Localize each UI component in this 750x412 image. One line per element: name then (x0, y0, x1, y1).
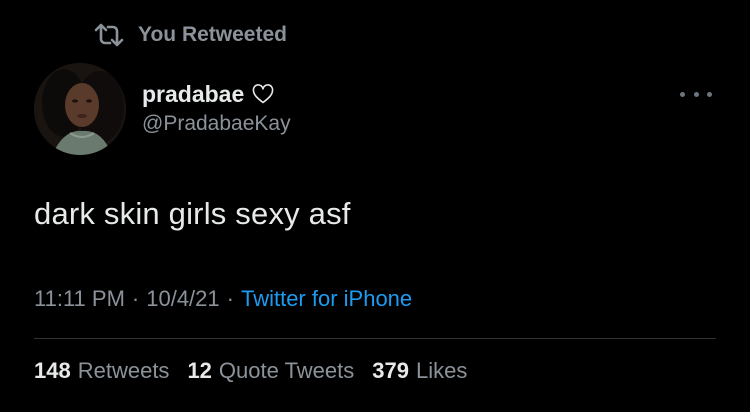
profile-photo (34, 63, 126, 155)
tweet-meta: 11:11 PM · 10/4/21 · Twitter for iPhone (34, 286, 412, 312)
tweet-text: dark skin girls sexy asf (34, 196, 351, 231)
avatar[interactable] (34, 63, 126, 155)
author-name-row: pradabae (142, 78, 291, 110)
tweet-time[interactable]: 11:11 PM (34, 286, 125, 312)
likes-label: Likes (415, 358, 468, 383)
tweet-date[interactable]: 10/4/21 (146, 286, 219, 312)
retweet-header: You Retweeted (92, 20, 287, 50)
tweet-detail: You Retweeted pradabae @PradabaeKay dark… (0, 0, 750, 412)
quote-tweets-label: Quote Tweets (218, 358, 355, 383)
quote-tweets-count: 12 (187, 358, 212, 383)
likes-count: 379 (372, 358, 409, 383)
retweet-icon (92, 22, 126, 48)
retweets-label: Retweets (77, 358, 170, 383)
user-handle[interactable]: @PradabaeKay (142, 112, 291, 136)
likes-stat[interactable]: 379 Likes (372, 358, 467, 384)
retweets-stat[interactable]: 148 Retweets (34, 358, 169, 384)
author-block: pradabae @PradabaeKay (142, 78, 291, 136)
display-name[interactable]: pradabae (142, 81, 244, 108)
more-horizontal-icon[interactable] (680, 86, 712, 102)
retweet-label[interactable]: You Retweeted (138, 23, 287, 47)
tweet-stats: 148 Retweets 12 Quote Tweets 379 Likes (34, 358, 485, 384)
tweet-source-link[interactable]: Twitter for iPhone (241, 286, 412, 312)
meta-separator: · (226, 286, 234, 311)
meta-separator: · (131, 286, 140, 311)
divider (34, 338, 716, 339)
quote-tweets-stat[interactable]: 12 Quote Tweets (187, 358, 354, 384)
retweets-count: 148 (34, 358, 71, 383)
heart-outline-icon (251, 82, 275, 106)
